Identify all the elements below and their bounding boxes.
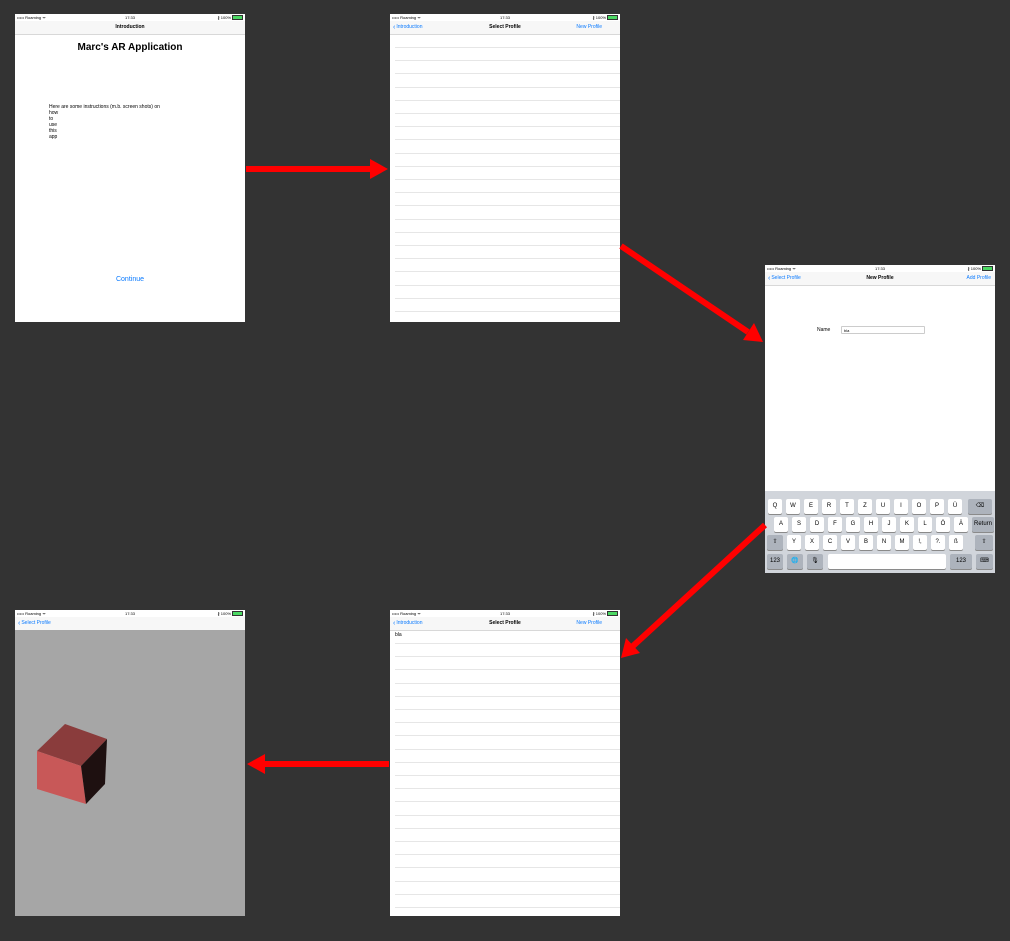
arrow-screen4-to-screen5 xyxy=(247,754,389,774)
arrow-screen2-to-screen3 xyxy=(619,243,763,342)
flow-arrows xyxy=(246,159,768,774)
arrow-screen1-to-screen2 xyxy=(246,159,388,179)
arrow-screen3-to-screen4 xyxy=(621,522,768,658)
